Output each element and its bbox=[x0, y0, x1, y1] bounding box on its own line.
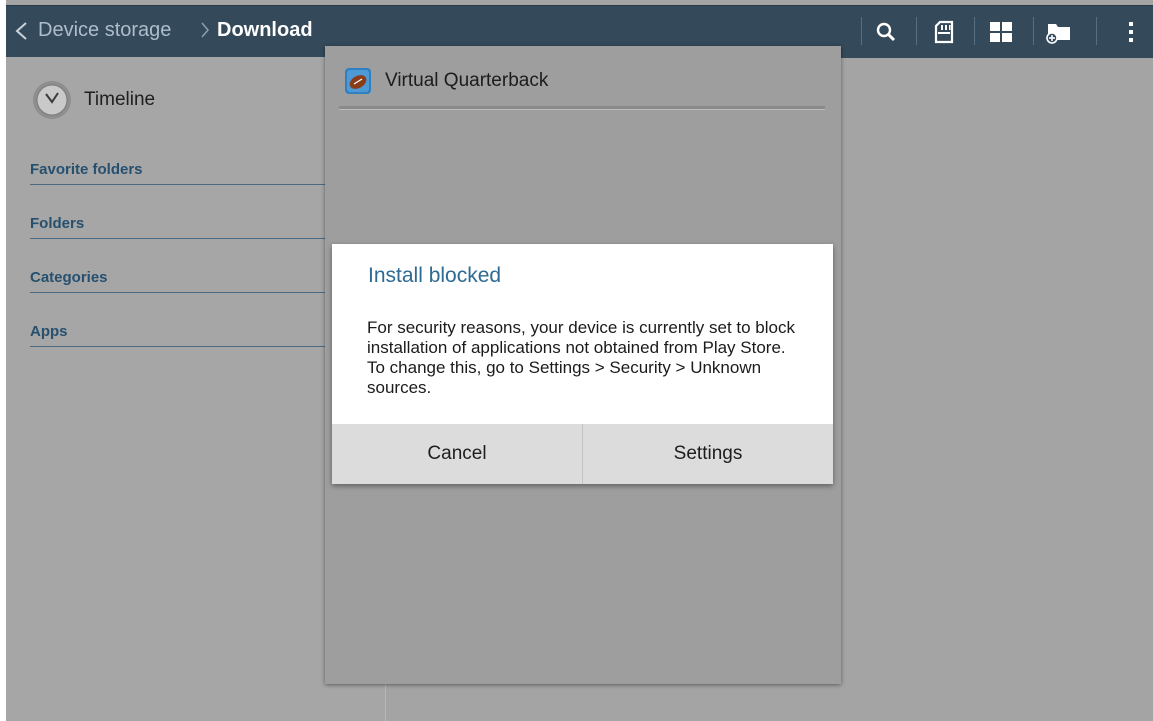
header-divider bbox=[339, 106, 825, 110]
dialog-title: Install blocked bbox=[368, 264, 502, 287]
section-label: Favorite folders bbox=[30, 161, 143, 178]
app-name: Virtual Quarterback bbox=[385, 70, 549, 91]
grid-view-icon[interactable] bbox=[986, 17, 1016, 47]
action-divider bbox=[1033, 17, 1034, 45]
dialog-message: For security reasons, your device is cur… bbox=[367, 318, 795, 397]
section-label: Apps bbox=[30, 323, 68, 340]
overflow-menu-icon[interactable] bbox=[1116, 17, 1146, 47]
breadcrumb-device-storage[interactable]: Device storage bbox=[38, 19, 171, 42]
breadcrumb-download[interactable]: Download bbox=[217, 19, 313, 42]
section-label: Categories bbox=[30, 269, 108, 286]
football-app-icon bbox=[345, 68, 371, 94]
settings-button[interactable]: Settings bbox=[583, 424, 833, 484]
clock-icon bbox=[33, 81, 71, 119]
action-divider bbox=[1096, 17, 1097, 45]
chevron-right-icon bbox=[201, 22, 209, 38]
back-arrow-icon[interactable] bbox=[14, 21, 28, 41]
action-divider bbox=[916, 17, 917, 45]
timeline-label: Timeline bbox=[84, 89, 156, 110]
search-icon[interactable] bbox=[871, 17, 901, 47]
new-folder-icon[interactable] bbox=[1044, 17, 1074, 47]
action-divider bbox=[861, 17, 862, 45]
sd-card-icon[interactable] bbox=[929, 17, 959, 47]
sidebar-section-apps[interactable]: Apps bbox=[30, 315, 350, 347]
sidebar-section-favorite-folders[interactable]: Favorite folders bbox=[30, 153, 350, 185]
dialog-button-bar: Cancel Settings bbox=[332, 424, 833, 484]
install-blocked-dialog: Install blocked For security reasons, yo… bbox=[332, 244, 833, 484]
section-label: Folders bbox=[30, 215, 85, 232]
installer-header: Virtual Quarterback bbox=[345, 68, 548, 94]
cancel-button[interactable]: Cancel bbox=[332, 424, 582, 484]
sidebar-item-timeline[interactable]: Timeline bbox=[32, 80, 155, 120]
sidebar-section-folders[interactable]: Folders bbox=[30, 207, 350, 239]
action-divider bbox=[974, 17, 975, 45]
sidebar-section-categories[interactable]: Categories bbox=[30, 261, 350, 293]
